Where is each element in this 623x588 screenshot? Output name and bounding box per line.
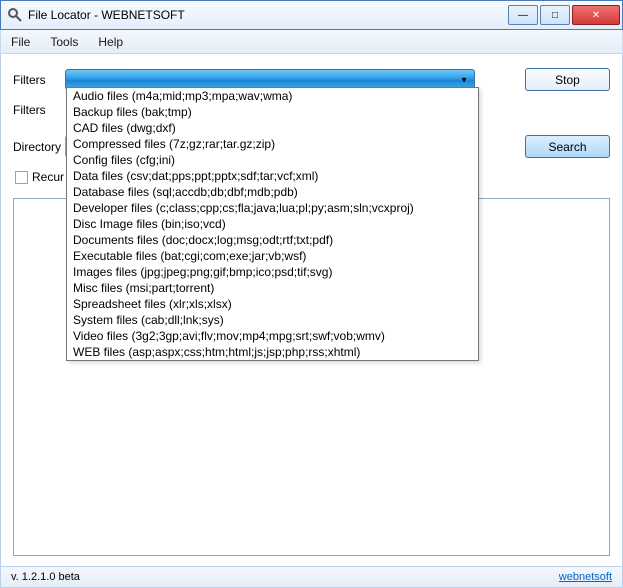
statusbar: v. 1.2.1.0 beta webnetsoft	[0, 566, 623, 588]
menu-help[interactable]: Help	[98, 35, 123, 49]
dropdown-item[interactable]: Developer files (c;class;cpp;cs;fla;java…	[67, 200, 478, 216]
titlebar[interactable]: File Locator - WEBNETSOFT — □ ✕	[0, 0, 623, 30]
dropdown-item[interactable]: Video files (3g2;3gp;avi;flv;mov;mp4;mpg…	[67, 328, 478, 344]
dropdown-item[interactable]: Config files (cfg;ini)	[67, 152, 478, 168]
search-button[interactable]: Search	[525, 135, 610, 158]
dropdown-item[interactable]: Database files (sql;accdb;db;dbf;mdb;pdb…	[67, 184, 478, 200]
dropdown-item[interactable]: Documents files (doc;docx;log;msg;odt;rt…	[67, 232, 478, 248]
window-title: File Locator - WEBNETSOFT	[28, 8, 508, 22]
webnetsoft-link[interactable]: webnetsoft	[559, 571, 612, 583]
version-label: v. 1.2.1.0 beta	[11, 571, 80, 583]
dropdown-item[interactable]: Spreadsheet files (xlr;xls;xlsx)	[67, 296, 478, 312]
dropdown-item[interactable]: Backup files (bak;tmp)	[67, 104, 478, 120]
app-icon	[7, 7, 23, 23]
dropdown-item[interactable]: Compressed files (7z;gz;rar;tar.gz;zip)	[67, 136, 478, 152]
dropdown-item[interactable]: Images files (jpg;jpeg;png;gif;bmp;ico;p…	[67, 264, 478, 280]
menubar: File Tools Help	[0, 30, 623, 54]
dropdown-item[interactable]: Executable files (bat;cgi;com;exe;jar;vb…	[67, 248, 478, 264]
dropdown-item[interactable]: Misc files (msi;part;torrent)	[67, 280, 478, 296]
menu-file[interactable]: File	[11, 35, 30, 49]
content-area: Filters Stop Filters Directory Search Re…	[0, 54, 623, 566]
filters-dropdown-list[interactable]: Audio files (m4a;mid;mp3;mpa;wav;wma)Bac…	[66, 87, 479, 361]
dropdown-item[interactable]: WEB files (asp;aspx;css;htm;html;js;jsp;…	[67, 344, 478, 360]
filters-label-1: Filters	[13, 73, 65, 87]
dropdown-item[interactable]: Audio files (m4a;mid;mp3;mpa;wav;wma)	[67, 88, 478, 104]
window-controls: — □ ✕	[508, 5, 620, 25]
maximize-button[interactable]: □	[540, 5, 570, 25]
stop-button[interactable]: Stop	[525, 68, 610, 91]
recursive-checkbox[interactable]	[15, 171, 28, 184]
dropdown-item[interactable]: Disc Image files (bin;iso;vcd)	[67, 216, 478, 232]
dropdown-item[interactable]: System files (cab;dll;lnk;sys)	[67, 312, 478, 328]
dropdown-item[interactable]: Data files (csv;dat;pps;ppt;pptx;sdf;tar…	[67, 168, 478, 184]
filters-label-2: Filters	[13, 103, 65, 117]
directory-label: Directory	[13, 140, 65, 154]
dropdown-item[interactable]: CAD files (dwg;dxf)	[67, 120, 478, 136]
menu-tools[interactable]: Tools	[50, 35, 78, 49]
recursive-label: Recur	[32, 170, 64, 184]
close-button[interactable]: ✕	[572, 5, 620, 25]
minimize-button[interactable]: —	[508, 5, 538, 25]
